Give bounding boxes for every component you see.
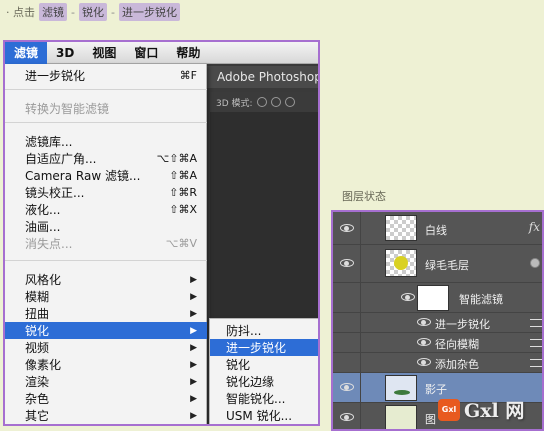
- menu-item-oil-paint[interactable]: 油画...: [5, 218, 207, 235]
- layer-thumbnail: [385, 215, 417, 241]
- rotate-3d-icon[interactable]: [256, 97, 267, 107]
- instruction-prefix: · 点击: [6, 6, 35, 19]
- photoshop-title: Adobe Photoshop C: [205, 66, 318, 88]
- visibility-eye-icon[interactable]: [417, 358, 431, 366]
- menu-item-sharpen[interactable]: 锐化 ▶: [5, 322, 207, 339]
- submenu-arrow-icon: ▶: [190, 291, 197, 302]
- menu-item-stylize[interactable]: 风格化 ▶: [5, 271, 207, 288]
- submenu-item-unsharp-mask[interactable]: USM 锐化...: [210, 407, 318, 424]
- filter-options-icon[interactable]: [530, 359, 542, 367]
- menu-item-noise[interactable]: 杂色 ▶: [5, 390, 207, 407]
- filter-options-icon[interactable]: [530, 319, 542, 327]
- layer-thumbnail: [385, 375, 417, 401]
- submenu-arrow-icon: ▶: [190, 342, 197, 353]
- layer-name: 绿毛毛层: [425, 259, 469, 272]
- submenu-item-sharpen-more[interactable]: 进一步锐化: [210, 339, 318, 356]
- watermark-logo-icon: Gxl: [438, 398, 460, 421]
- layer-thumbnail: [385, 249, 417, 277]
- submenu-arrow-icon: ▶: [190, 393, 197, 404]
- layer-name: 影子: [425, 383, 447, 396]
- filter-name: 径向模糊: [435, 338, 479, 351]
- menu-item-vanishing-point: 消失点... ⌥⌘V: [25, 237, 197, 251]
- menu-item-blur[interactable]: 模糊 ▶: [5, 288, 207, 305]
- watermark: Gxl Gxl 网: [438, 396, 524, 423]
- menu-item-pixelate[interactable]: 像素化 ▶: [5, 356, 207, 373]
- visibility-eye-icon[interactable]: [401, 293, 415, 301]
- filter-options-icon[interactable]: [530, 339, 542, 347]
- menu-item-other[interactable]: 其它 ▶: [5, 407, 207, 424]
- menu-separator: [5, 260, 207, 261]
- submenu-item-smart-sharpen[interactable]: 智能锐化...: [210, 390, 318, 407]
- filter-row-sharpen-more[interactable]: 进一步锐化: [333, 313, 542, 333]
- visibility-eye-icon[interactable]: [340, 383, 354, 391]
- instruction-step-sharpen: 锐化: [78, 3, 107, 21]
- visibility-eye-icon[interactable]: [417, 338, 431, 346]
- submenu-arrow-icon: ▶: [190, 308, 197, 319]
- filter-row-radial-blur[interactable]: 径向模糊: [333, 333, 542, 353]
- instruction-step-filter: 滤镜: [39, 3, 67, 21]
- menu-bar: 滤镜 3D 视图 窗口 帮助: [5, 42, 318, 64]
- visibility-eye-icon[interactable]: [340, 224, 354, 232]
- smart-object-icon: [530, 258, 540, 268]
- submenu-item-sharpen-edges[interactable]: 锐化边缘: [210, 373, 318, 390]
- instruction-separator: -: [71, 5, 75, 19]
- layer-thumbnail: [385, 405, 417, 429]
- sharpen-submenu: 防抖... 进一步锐化 锐化 锐化边缘 智能锐化... USM 锐化...: [209, 318, 318, 424]
- 3d-mode-bar: 3D 模式:: [210, 92, 318, 112]
- submenu-arrow-icon: ▶: [190, 274, 197, 285]
- menu-item-sharpen-more-last[interactable]: 进一步锐化 ⌘F: [5, 67, 207, 84]
- filter-mask-thumbnail: [417, 285, 449, 311]
- submenu-item-shake-reduction[interactable]: 防抖...: [210, 322, 318, 339]
- menu-3d[interactable]: 3D: [47, 42, 83, 64]
- instruction-line: · 点击 滤镜 - 锐化 - 进一步锐化: [6, 3, 180, 21]
- visibility-eye-icon[interactable]: [340, 413, 354, 421]
- submenu-arrow-icon: ▶: [190, 376, 197, 387]
- filter-dropdown: 进一步锐化 ⌘F 转换为智能滤镜 滤镜库... 自适应广角... ⌥⇧⌘A Came…: [5, 64, 207, 424]
- drag-3d-icon[interactable]: [284, 97, 295, 107]
- menu-help[interactable]: 帮助: [167, 42, 209, 64]
- layers-caption: 图层状态: [342, 190, 386, 203]
- menu-window[interactable]: 窗口: [125, 42, 167, 64]
- menu-item-convert-smart: 转换为智能滤镜: [25, 102, 110, 116]
- menu-item-liquify[interactable]: 液化... ⇧⌘X: [5, 201, 207, 218]
- menu-view[interactable]: 视图: [83, 42, 125, 64]
- submenu-arrow-icon: ▶: [190, 410, 197, 421]
- watermark-text: Gxl 网: [464, 400, 525, 422]
- shadow-shape-icon: [394, 390, 410, 395]
- menu-item-distort[interactable]: 扭曲 ▶: [5, 305, 207, 322]
- layer-row-smart-filters[interactable]: 智能滤镜: [333, 283, 542, 313]
- filter-row-add-noise[interactable]: 添加杂色: [333, 353, 542, 373]
- submenu-item-sharpen[interactable]: 锐化: [210, 356, 318, 373]
- instruction-separator: -: [110, 5, 115, 19]
- menu-separator: [5, 122, 207, 123]
- menu-item-render[interactable]: 渲染 ▶: [5, 373, 207, 390]
- menu-item-adaptive-wide[interactable]: 自适应广角... ⌥⇧⌘A: [5, 150, 207, 167]
- green-ball-icon: [394, 256, 408, 270]
- filter-name: 添加杂色: [435, 358, 479, 371]
- instruction-step-sharpen-more: 进一步锐化: [118, 3, 180, 21]
- filter-menu-screenshot: 滤镜 3D 视图 窗口 帮助 Adobe Photoshop C 3D 模式: …: [3, 40, 320, 426]
- filter-name: 进一步锐化: [435, 318, 490, 331]
- roll-3d-icon[interactable]: [270, 97, 281, 107]
- menu-filter[interactable]: 滤镜: [5, 42, 48, 64]
- menu-item-camera-raw[interactable]: Camera Raw 滤镜... ⇧⌘A: [5, 167, 207, 184]
- menu-item-filter-gallery[interactable]: 滤镜库...: [5, 133, 207, 150]
- visibility-eye-icon[interactable]: [340, 259, 354, 267]
- layer-row-white-line[interactable]: 白线 fx: [333, 212, 542, 245]
- 3d-mode-label: 3D 模式:: [216, 98, 253, 109]
- submenu-arrow-icon: ▶: [190, 325, 197, 336]
- layer-row-green-fur[interactable]: 绿毛毛层: [333, 245, 542, 283]
- visibility-eye-icon[interactable]: [417, 318, 431, 326]
- submenu-arrow-icon: ▶: [190, 359, 197, 370]
- menu-item-lens-correction[interactable]: 镜头校正... ⇧⌘R: [5, 184, 207, 201]
- fx-icon[interactable]: fx: [529, 220, 540, 234]
- menu-item-video[interactable]: 视频 ▶: [5, 339, 207, 356]
- layer-name: 智能滤镜: [459, 293, 503, 306]
- menu-separator: [5, 89, 207, 90]
- layer-name: 白线: [425, 224, 447, 237]
- layer-name: 图: [425, 413, 436, 426]
